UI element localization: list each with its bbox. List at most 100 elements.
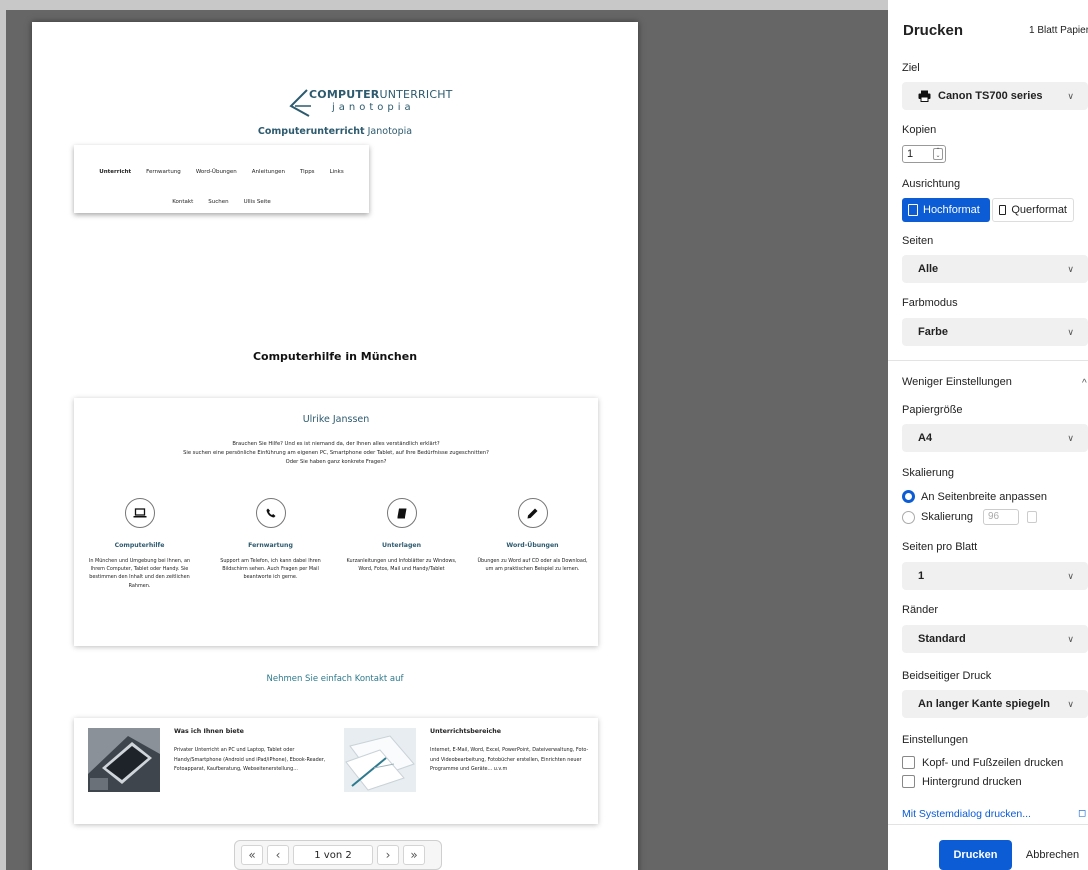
duplex-select[interactable]: An langer Kante spiegeln ∨ <box>902 690 1088 718</box>
divider <box>888 824 1088 825</box>
feature-text: Übungen zu Word auf CD oder als Download… <box>477 558 588 573</box>
nav-item-word-uebungen[interactable]: Word-Übungen <box>196 169 237 175</box>
copies-stepper[interactable]: ⌃ ⌄ <box>933 148 943 160</box>
destination-label: Ziel <box>902 62 920 74</box>
scale-custom-radio[interactable]: Skalierung 96 <box>902 509 1037 525</box>
notebook-photo <box>344 728 416 792</box>
headers-footers-checkbox[interactable]: Kopf- und Fußzeilen drucken <box>902 756 1063 769</box>
feature-unterlagen: Unterlagen Kurzanleitungen und Infoblätt… <box>336 498 467 573</box>
logo-subtext: janotopia <box>332 102 415 113</box>
next-page-button[interactable]: › <box>377 845 399 865</box>
feature-word-uebungen: Word-Übungen Übungen zu Word auf CD oder… <box>467 498 598 573</box>
open-external-icon[interactable]: ◻ <box>1078 808 1086 819</box>
chevron-down-icon: ∨ <box>1067 433 1074 443</box>
divider <box>888 360 1088 361</box>
checkbox-unchecked-icon <box>902 775 915 788</box>
landscape-button[interactable]: Querformat <box>992 198 1074 222</box>
printer-icon <box>918 90 931 102</box>
nav-row-1: Unterricht Fernwartung Word-Übungen Anle… <box>74 169 369 175</box>
chevron-down-icon: ∨ <box>1067 91 1074 101</box>
paper-size-select[interactable]: A4 ∨ <box>902 424 1088 452</box>
offer-title: Unterrichtsbereiche <box>430 728 502 735</box>
pages-select[interactable]: Alle ∨ <box>902 255 1088 283</box>
intro-card: Ulrike Janssen Brauchen Sie Hilfe? Und e… <box>74 398 598 646</box>
phone-icon <box>255 498 286 528</box>
feature-computerhilfe: Computerhilfe In München und Umgebung be… <box>74 498 205 590</box>
pages-per-sheet-select[interactable]: 1 ∨ <box>902 562 1088 590</box>
pencil-icon <box>517 498 548 528</box>
feature-text: Support am Telefon, ich kann dabei Ihren… <box>220 558 321 581</box>
offer-text: Internet, E-Mail, Word, Excel, PowerPoin… <box>430 747 589 773</box>
cancel-button[interactable]: Abbrechen <box>1017 840 1088 870</box>
previous-page-button[interactable]: ‹ <box>267 845 289 865</box>
margins-label: Ränder <box>902 604 939 616</box>
scale-stepper[interactable] <box>1026 511 1037 523</box>
last-page-button[interactable]: » <box>403 845 425 865</box>
portrait-icon <box>908 204 918 216</box>
intro-text: Brauchen Sie Hilfe? Und es ist niemand d… <box>183 441 489 465</box>
radio-unchecked-icon <box>902 510 915 524</box>
nav-item-anleitungen[interactable]: Anleitungen <box>252 169 285 175</box>
less-settings-toggle[interactable]: Weniger Einstellungen <box>902 376 1012 388</box>
feature-title: Fernwartung <box>248 542 293 549</box>
color-mode-select[interactable]: Farbe ∨ <box>902 318 1088 346</box>
offers-card: Was ich Ihnen biete Privater Unterricht … <box>74 718 598 824</box>
scale-fit-radio[interactable]: An Seitenbreite anpassen <box>902 490 1047 503</box>
page-navigator: « ‹ 1 von 2 › » <box>234 840 442 870</box>
paper-size-label: Papiergröße <box>902 404 963 416</box>
site-navigation: Unterricht Fernwartung Word-Übungen Anle… <box>74 145 369 213</box>
panel-title: Drucken <box>903 22 964 39</box>
margins-select[interactable]: Standard ∨ <box>902 625 1088 653</box>
feature-title: Unterlagen <box>382 542 421 549</box>
page-indicator[interactable]: 1 von 2 <box>293 845 373 865</box>
radio-checked-icon <box>902 490 915 503</box>
duplex-label: Beidseitiger Druck <box>902 670 992 682</box>
nav-item-unterricht[interactable]: Unterricht <box>99 169 131 175</box>
feature-title: Computerhilfe <box>114 542 165 549</box>
tablet-photo <box>88 728 160 792</box>
sheet-count: 1 Blatt Papier <box>1029 25 1088 36</box>
feature-text: In München und Umgebung bei Ihnen, an Ih… <box>88 558 191 589</box>
copies-input[interactable]: 1 ⌃ ⌄ <box>902 145 946 163</box>
contact-link[interactable]: Nehmen Sie einfach Kontakt auf <box>32 674 638 684</box>
first-page-button[interactable]: « <box>241 845 263 865</box>
nav-item-tipps[interactable]: Tipps <box>300 169 315 175</box>
checkbox-unchecked-icon <box>902 756 915 769</box>
chevron-up-icon[interactable]: ^ <box>1082 378 1087 389</box>
print-button[interactable]: Drucken <box>939 840 1012 870</box>
copies-label: Kopien <box>902 124 937 136</box>
destination-select[interactable]: Canon TS700 series ∨ <box>902 82 1088 110</box>
chevron-down-icon: ∨ <box>1067 264 1074 274</box>
nav-item-ullis-seite[interactable]: Ullis Seite <box>244 199 271 205</box>
nav-item-kontakt[interactable]: Kontakt <box>172 199 193 205</box>
print-settings-panel: Drucken 1 Blatt Papier Ziel Canon TS700 … <box>888 0 1088 870</box>
offer-title: Was ich Ihnen biete <box>174 728 244 735</box>
page-heading: Computerhilfe in München <box>252 350 418 363</box>
chevron-down-icon: ∨ <box>1067 327 1074 337</box>
offer-text: Privater Unterricht an PC und Laptop, Ta… <box>174 747 326 773</box>
chevron-down-icon: ∨ <box>1067 699 1074 709</box>
nav-item-links[interactable]: Links <box>330 169 344 175</box>
scale-input[interactable]: 96 <box>982 509 1019 525</box>
nav-item-fernwartung[interactable]: Fernwartung <box>146 169 181 175</box>
nav-item-suchen[interactable]: Suchen <box>208 199 228 205</box>
nav-row-2: Kontakt Suchen Ullis Seite <box>74 199 369 205</box>
feature-title: Word-Übungen <box>506 542 559 549</box>
feature-fernwartung: Fernwartung Support am Telefon, ich kann… <box>205 498 336 582</box>
background-graphics-checkbox[interactable]: Hintergrund drucken <box>902 775 1022 788</box>
print-preview-area: COMPUTERUNTERRICHT janotopia Computerunt… <box>0 0 888 870</box>
site-title: Computerunterricht Janotopia <box>257 126 413 137</box>
logo-mark-icon <box>289 89 311 117</box>
scaling-label: Skalierung <box>902 467 954 479</box>
landscape-icon <box>999 205 1007 215</box>
laptop-icon <box>124 498 155 528</box>
chevron-down-icon: ∨ <box>1067 571 1074 581</box>
destination-value: Canon TS700 series <box>938 90 1043 102</box>
system-dialog-link[interactable]: Mit Systemdialog drucken... <box>902 808 1031 820</box>
intro-name: Ulrike Janssen <box>302 414 370 425</box>
portrait-button[interactable]: Hochformat <box>902 198 990 222</box>
logo-text: COMPUTERUNTERRICHT <box>309 88 453 101</box>
pages-per-sheet-label: Seiten pro Blatt <box>902 541 978 553</box>
chevron-down-icon: ∨ <box>1067 634 1074 644</box>
book-icon <box>386 498 417 528</box>
